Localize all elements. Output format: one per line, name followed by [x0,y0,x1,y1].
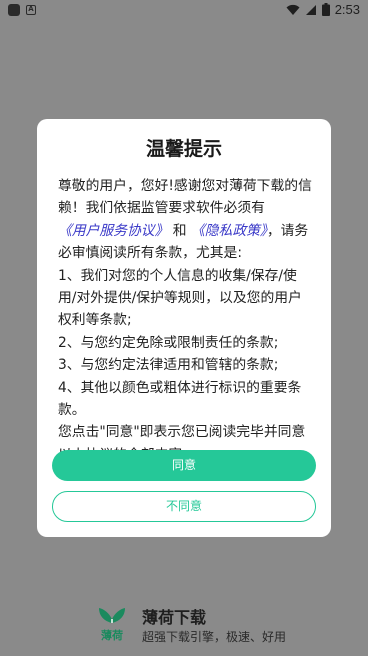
term-item-2: 2、与您约定免除或限制责任的条款; [58,334,279,351]
dialog-title: 温馨提示 [145,138,222,160]
logo-text: 薄荷 [101,628,123,642]
battery-icon [321,3,330,16]
disagree-button[interactable]: 不同意 [52,491,316,522]
signal-icon [305,4,316,15]
a-notification-icon: A [26,5,36,15]
notification-icons: A [8,4,36,16]
privacy-policy-link[interactable]: 《隐私政策》 [191,223,267,239]
dialog-body[interactable]: 尊敬的用户，您好!感谢您对薄荷下载的信赖！我们依据监管要求软件必须有《用户服务协… [58,175,312,495]
term-item-3: 3、与您约定法律适用和管辖的条款; [58,357,279,374]
app-notification-icon [8,4,20,16]
app-slogan: 超强下载引擎，极速、好用 [142,630,287,644]
and-text: 和 [172,222,187,239]
brand-footer: 薄荷 薄荷下载 超强下载引擎，极速、好用 [96,602,316,646]
term-item-1: 1、我们对您的个人信息的收集/保存/使用/对外提供/保护等规则，以及您的用户权利… [58,267,302,329]
intro-text: 尊敬的用户，您好!感谢您对薄荷下载的信赖！我们依据监管要求软件必须有 [58,178,312,217]
app-name: 薄荷下载 [142,608,207,627]
mint-leaf-logo-icon: 薄荷 [99,608,125,642]
intro-paragraph: 尊敬的用户，您好!感谢您对薄荷下载的信赖！我们依据监管要求软件必须有《用户服务协… [58,175,312,265]
user-agreement-link[interactable]: 《用户服务协议》 [58,223,168,239]
status-bar: A 2:53 [0,0,368,20]
agree-button[interactable]: 同意 [52,450,316,481]
system-icons: 2:53 [286,2,360,17]
privacy-dialog: 温馨提示 尊敬的用户，您好!感谢您对薄荷下载的信赖！我们依据监管要求软件必须有《… [37,119,331,537]
wifi-icon [286,4,300,15]
clock: 2:53 [334,2,360,17]
term-item-4: 4、其他以颜色或粗体进行标识的重要条款。 [58,379,302,419]
